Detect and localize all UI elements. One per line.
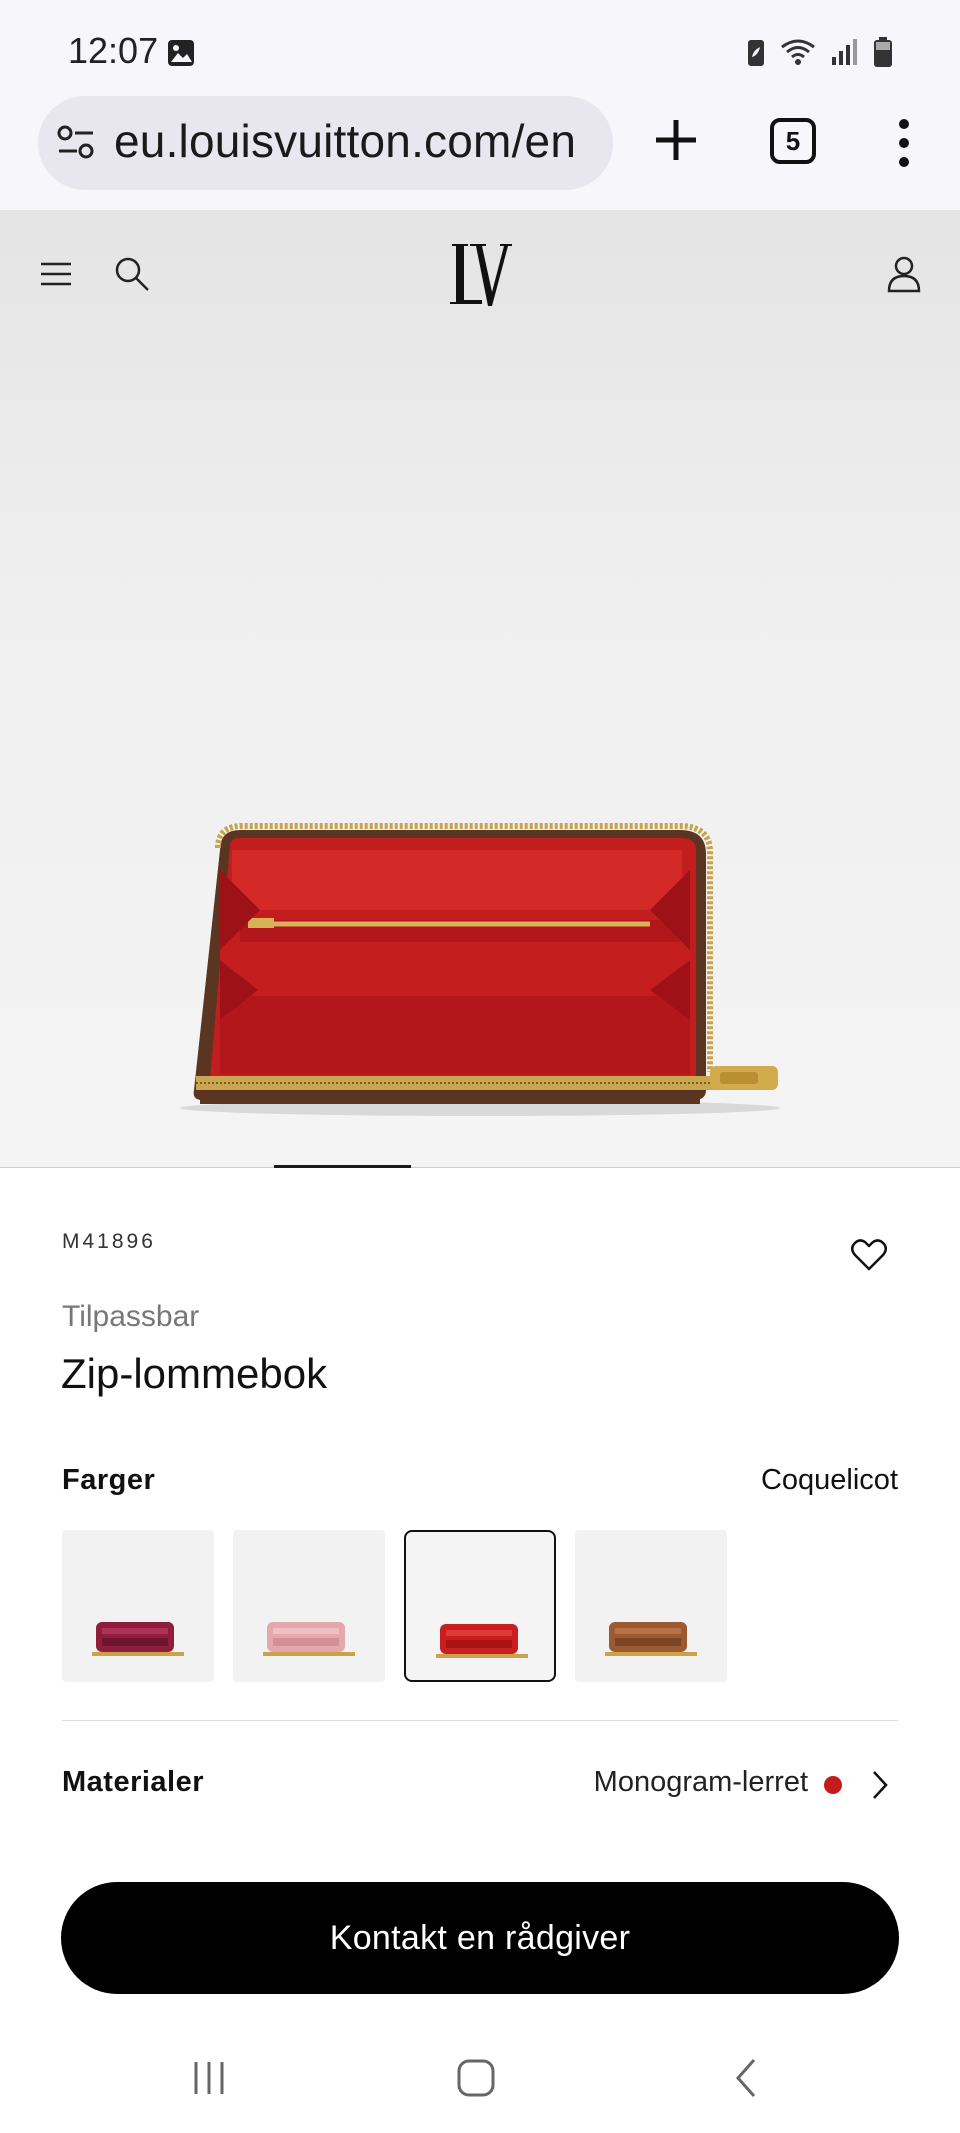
- material-color-dot: [824, 1776, 842, 1794]
- menu-icon[interactable]: [38, 256, 74, 292]
- color-swatch[interactable]: [62, 1530, 214, 1682]
- color-swatch[interactable]: [233, 1530, 385, 1682]
- swatch-wallet-image: [263, 1622, 355, 1656]
- status-time: 12:07: [68, 30, 159, 71]
- search-icon[interactable]: [112, 254, 152, 294]
- address-bar[interactable]: eu.louisvuitton.com/en: [38, 96, 613, 190]
- chevron-right-icon[interactable]: [870, 1768, 890, 1802]
- signal-icon: [832, 39, 857, 65]
- materials-row[interactable]: Materialer Monogram-lerret: [62, 1760, 898, 1810]
- product-image: [180, 823, 780, 1116]
- home-icon[interactable]: [456, 2058, 496, 2098]
- url-text[interactable]: eu.louisvuitton.com/en: [114, 114, 576, 168]
- recents-icon[interactable]: [190, 2060, 228, 2096]
- battery-icon: [874, 37, 892, 67]
- contact-advisor-label: Kontakt en rådgiver: [329, 1918, 631, 1957]
- color-swatch-selected[interactable]: [404, 1530, 556, 1682]
- swatch-wallet-image: [92, 1622, 184, 1656]
- gallery-icon: [168, 40, 194, 66]
- product-title: Zip-lommebok: [61, 1350, 328, 1397]
- section-divider: [62, 1720, 898, 1721]
- heart-icon[interactable]: [850, 1236, 888, 1274]
- back-icon[interactable]: [734, 2056, 758, 2100]
- more-vertical-icon[interactable]: [892, 118, 916, 168]
- browser-chrome: 12:07 eu.louisvuitton.com/en 5: [0, 0, 960, 210]
- status-icons: [746, 34, 894, 70]
- swatch-wallet-image: [605, 1622, 697, 1656]
- brand-logo[interactable]: [446, 240, 514, 310]
- account-icon[interactable]: [884, 254, 924, 294]
- swatch-wallet-image: [436, 1624, 528, 1658]
- gallery-progress-track: [0, 1167, 960, 1168]
- gallery-progress-indicator: [274, 1165, 411, 1168]
- plus-icon[interactable]: [648, 112, 704, 168]
- tab-count: 5: [785, 125, 801, 156]
- materials-heading: Materialer: [62, 1766, 205, 1798]
- selected-color-name: Coquelicot: [760, 1464, 898, 1496]
- wifi-icon: [781, 39, 815, 65]
- battery-saver-icon: [748, 40, 764, 66]
- tabs-icon[interactable]: 5: [770, 118, 816, 164]
- customizable-label: Tilpassbar: [62, 1300, 200, 1333]
- contact-advisor-button[interactable]: Kontakt en rådgiver: [61, 1882, 899, 1994]
- product-gallery[interactable]: [0, 210, 960, 1168]
- materials-value: Monogram-lerret: [593, 1766, 808, 1798]
- colors-heading: Farger: [62, 1464, 156, 1496]
- product-sku: M41896: [62, 1230, 156, 1253]
- color-swatch[interactable]: [575, 1530, 727, 1682]
- site-settings-icon[interactable]: [56, 122, 96, 162]
